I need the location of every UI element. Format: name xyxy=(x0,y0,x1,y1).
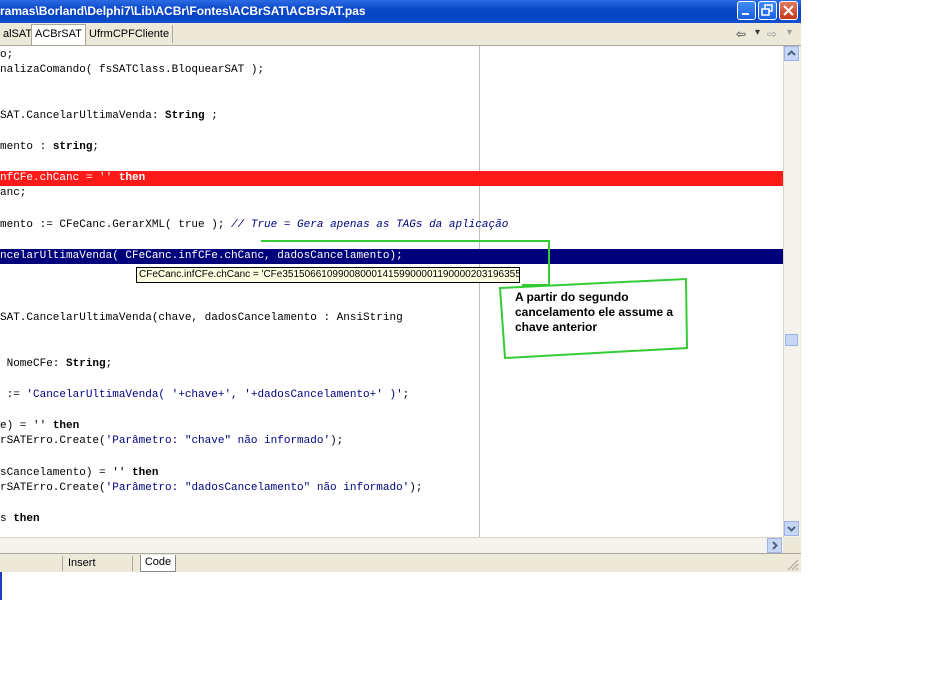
cursor-marker xyxy=(0,572,2,600)
annotation-connector xyxy=(261,240,550,286)
annotation-overlay xyxy=(261,240,689,360)
annotation-note: A partir do segundo cancelamento ele ass… xyxy=(515,290,674,334)
